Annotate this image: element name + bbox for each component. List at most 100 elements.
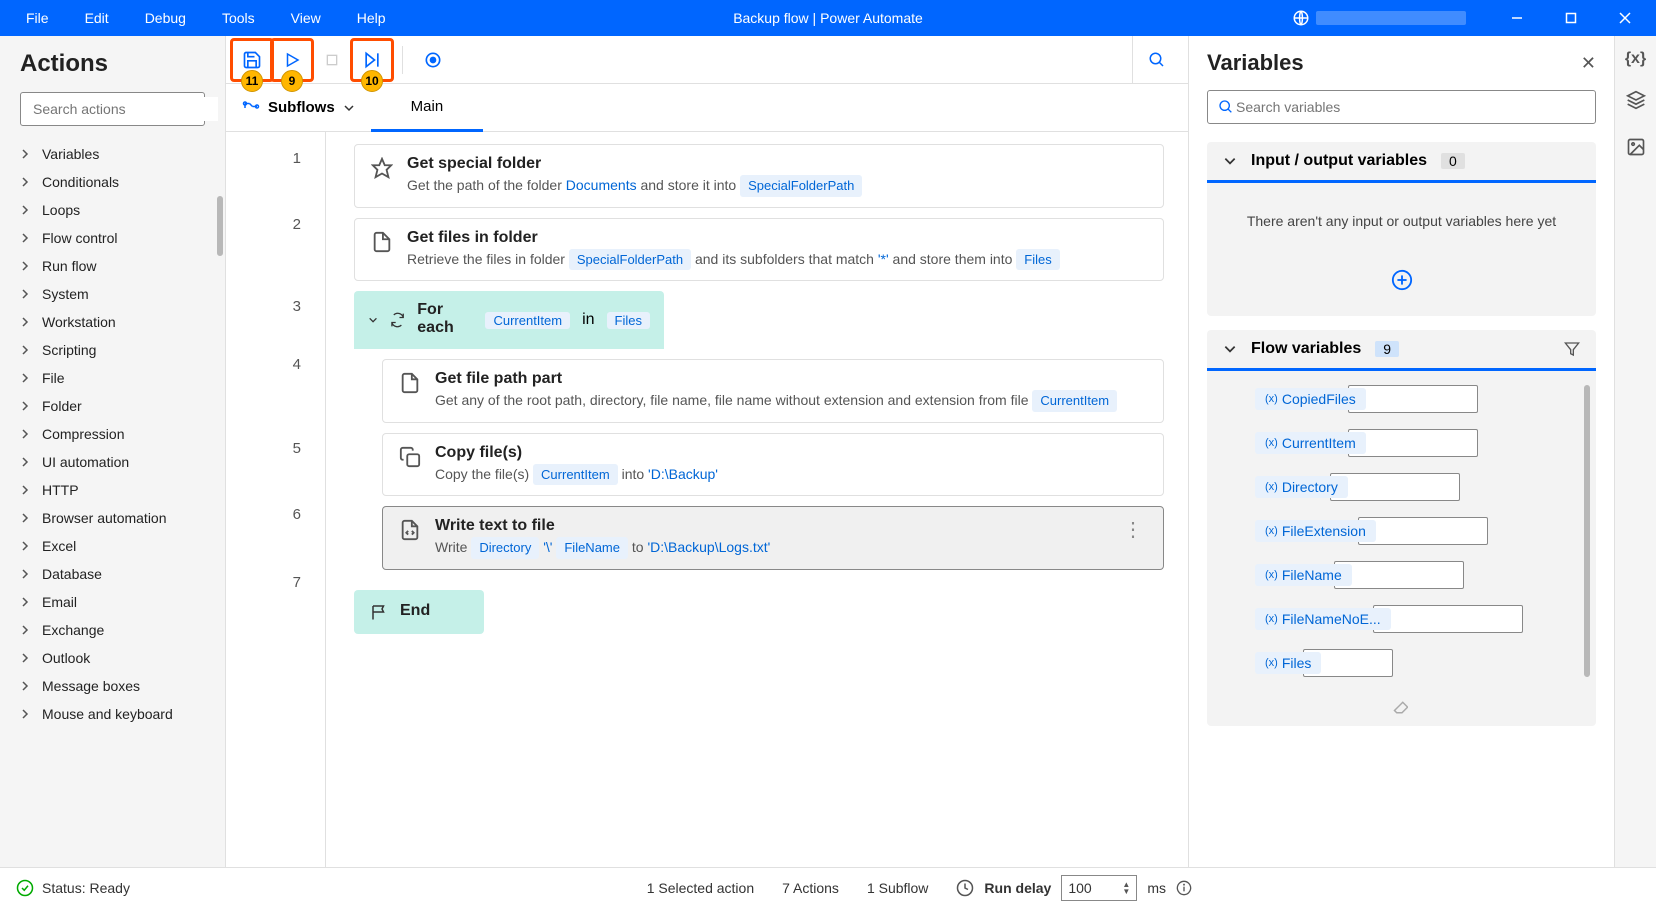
search-actions[interactable] (20, 92, 205, 126)
tree-mouse-keyboard[interactable]: Mouse and keyboard (8, 700, 217, 728)
step-for-each[interactable]: For each CurrentItem in Files (354, 291, 664, 349)
flow-variables-list[interactable]: (x) CopiedFiles (x) CurrentItem (x) Dire… (1207, 371, 1596, 691)
info-icon[interactable] (1176, 880, 1192, 896)
step-button[interactable]: 10 (354, 42, 390, 78)
rail-layers-button[interactable] (1626, 90, 1646, 115)
search-variables[interactable] (1207, 90, 1596, 124)
status-subflows: 1 Subflow (867, 880, 928, 896)
environment-badge[interactable] (1292, 9, 1466, 27)
close-button[interactable] (1602, 0, 1648, 36)
save-icon (242, 50, 262, 70)
var-filenamenoext[interactable]: (x) FileNameNoE... (1255, 605, 1548, 633)
rail-images-button[interactable] (1626, 137, 1646, 162)
variables-panel: Variables ✕ Input / output variables 0 T… (1188, 36, 1614, 867)
menu-help[interactable]: Help (339, 2, 404, 34)
file-icon (399, 372, 421, 394)
menu-file[interactable]: File (8, 2, 67, 34)
chevron-right-icon (20, 149, 30, 159)
rail-variables-button[interactable]: {x} (1625, 50, 1646, 68)
tree-conditionals[interactable]: Conditionals (8, 168, 217, 196)
tree-email[interactable]: Email (8, 588, 217, 616)
tree-scripting[interactable]: Scripting (8, 336, 217, 364)
line-numbers: 1 2 3 4 5 6 7 (226, 132, 326, 867)
image-icon (1626, 137, 1646, 157)
close-variables-button[interactable]: ✕ (1581, 53, 1596, 74)
tree-ui-automation[interactable]: UI automation (8, 448, 217, 476)
tree-http[interactable]: HTTP (8, 476, 217, 504)
actions-title: Actions (0, 50, 225, 92)
toolbar: 11 9 10 (226, 36, 1188, 84)
vars-scrollbar[interactable] (1584, 385, 1590, 677)
stop-button[interactable] (314, 42, 350, 78)
toolbar-search-button[interactable] (1132, 36, 1180, 84)
step-more-menu[interactable]: ⋮ (1119, 517, 1147, 542)
tree-loops[interactable]: Loops (8, 196, 217, 224)
tree-folder[interactable]: Folder (8, 392, 217, 420)
right-rail: {x} (1614, 36, 1656, 867)
variables-title: Variables (1207, 50, 1304, 76)
search-actions-input[interactable] (29, 97, 218, 121)
step-get-file-path-part[interactable]: Get file path part Get any of the root p… (382, 359, 1164, 423)
subflows-picker[interactable]: Subflows (226, 99, 371, 117)
var-filename[interactable]: (x) FileName (1255, 561, 1548, 589)
var-copiedfiles[interactable]: (x) CopiedFiles (1255, 385, 1548, 413)
minimize-button[interactable] (1494, 0, 1540, 36)
subflow-icon (242, 99, 260, 117)
tree-outlook[interactable]: Outlook (8, 644, 217, 672)
menu-tools[interactable]: Tools (204, 2, 273, 34)
record-button[interactable] (415, 42, 451, 78)
copy-icon (399, 446, 421, 468)
chevron-down-icon[interactable] (368, 314, 378, 326)
menu-edit[interactable]: Edit (67, 2, 127, 34)
search-icon (1148, 51, 1166, 69)
eraser-icon (1393, 697, 1411, 715)
tree-exchange[interactable]: Exchange (8, 616, 217, 644)
add-io-variable-button[interactable] (1207, 259, 1596, 316)
plus-circle-icon (1391, 269, 1413, 291)
flow-canvas[interactable]: 1 2 3 4 5 6 7 Get special folder Get the… (226, 132, 1188, 867)
save-button[interactable]: 11 (234, 42, 270, 78)
designer-area: 11 9 10 (226, 36, 1188, 867)
menu-debug[interactable]: Debug (127, 2, 204, 34)
clear-variables-button[interactable] (1207, 691, 1596, 726)
step-get-special-folder[interactable]: Get special folder Get the path of the f… (354, 144, 1164, 208)
tree-browser-automation[interactable]: Browser automation (8, 504, 217, 532)
delay-spinner[interactable]: ▲▼ (1122, 881, 1130, 895)
search-icon (1218, 99, 1234, 115)
title-bar: File Edit Debug Tools View Help Backup f… (0, 0, 1656, 36)
tree-file[interactable]: File (8, 364, 217, 392)
tree-compression[interactable]: Compression (8, 420, 217, 448)
var-directory[interactable]: (x) Directory (1255, 473, 1548, 501)
scrollbar-thumb[interactable] (217, 196, 223, 256)
step-get-files-in-folder[interactable]: Get files in folder Retrieve the files i… (354, 218, 1164, 282)
step-copy-files[interactable]: Copy file(s) Copy the file(s) CurrentIte… (382, 433, 1164, 497)
run-button[interactable]: 9 (274, 42, 310, 78)
tree-excel[interactable]: Excel (8, 532, 217, 560)
step-write-text-to-file[interactable]: Write text to file Write Directory '\' F… (382, 506, 1164, 570)
io-variables-header[interactable]: Input / output variables 0 (1207, 142, 1596, 183)
tree-run-flow[interactable]: Run flow (8, 252, 217, 280)
status-selected: 1 Selected action (647, 880, 754, 896)
var-fileextension[interactable]: (x) FileExtension (1255, 517, 1548, 545)
flag-icon (370, 603, 388, 621)
var-files[interactable]: (x) Files (1255, 649, 1548, 677)
tree-system[interactable]: System (8, 280, 217, 308)
tree-message-boxes[interactable]: Message boxes (8, 672, 217, 700)
menu-view[interactable]: View (273, 2, 339, 34)
subflow-tab-main[interactable]: Main (371, 84, 484, 132)
tree-variables[interactable]: Variables (8, 140, 217, 168)
tree-workstation[interactable]: Workstation (8, 308, 217, 336)
filter-icon[interactable] (1564, 341, 1580, 357)
tree-flow-control[interactable]: Flow control (8, 224, 217, 252)
actions-tree[interactable]: Variables Conditionals Loops Flow contro… (0, 140, 225, 867)
status-actions: 7 Actions (782, 880, 839, 896)
flow-variables-header[interactable]: Flow variables 9 (1207, 330, 1596, 371)
step-end[interactable]: End (354, 590, 484, 634)
run-delay-input[interactable]: 100 ▲▼ (1061, 875, 1137, 901)
star-icon (371, 157, 393, 179)
search-variables-input[interactable] (1234, 97, 1585, 117)
clock-icon (956, 879, 974, 897)
var-currentitem[interactable]: (x) CurrentItem (1255, 429, 1548, 457)
tree-database[interactable]: Database (8, 560, 217, 588)
maximize-button[interactable] (1548, 0, 1594, 36)
